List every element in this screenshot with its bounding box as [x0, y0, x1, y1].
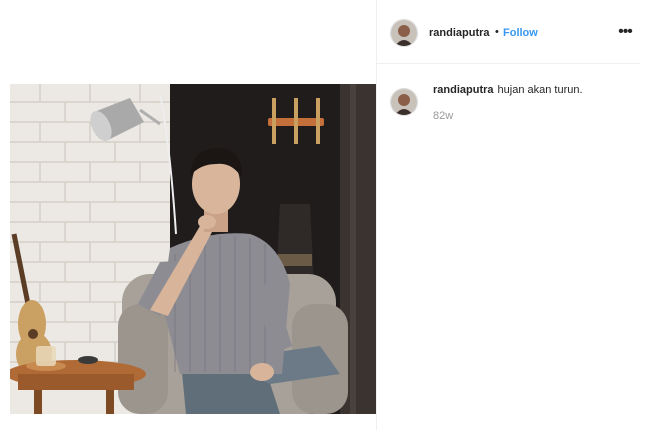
caption-row: randiaputra hujan akan turun. 82w — [377, 64, 640, 144]
profile-avatar-icon[interactable] — [390, 19, 418, 47]
caption-username[interactable]: randiaputra — [433, 84, 494, 96]
more-options-icon[interactable]: ••• — [615, 20, 635, 44]
follow-button[interactable]: Follow — [503, 27, 538, 39]
post-header: randiaputra • Follow ••• — [377, 0, 640, 64]
caption-text: hujan akan turun. — [497, 84, 583, 96]
post-photo[interactable] — [10, 84, 376, 414]
post-timestamp[interactable]: 82w — [433, 110, 453, 122]
author-username[interactable]: randiaputra — [429, 27, 490, 39]
post-caption: randiaputra hujan akan turun. — [433, 83, 633, 98]
photo-man-in-armchair — [10, 84, 376, 414]
separator-dot: • — [495, 26, 499, 38]
caption-avatar-icon[interactable] — [390, 88, 418, 116]
